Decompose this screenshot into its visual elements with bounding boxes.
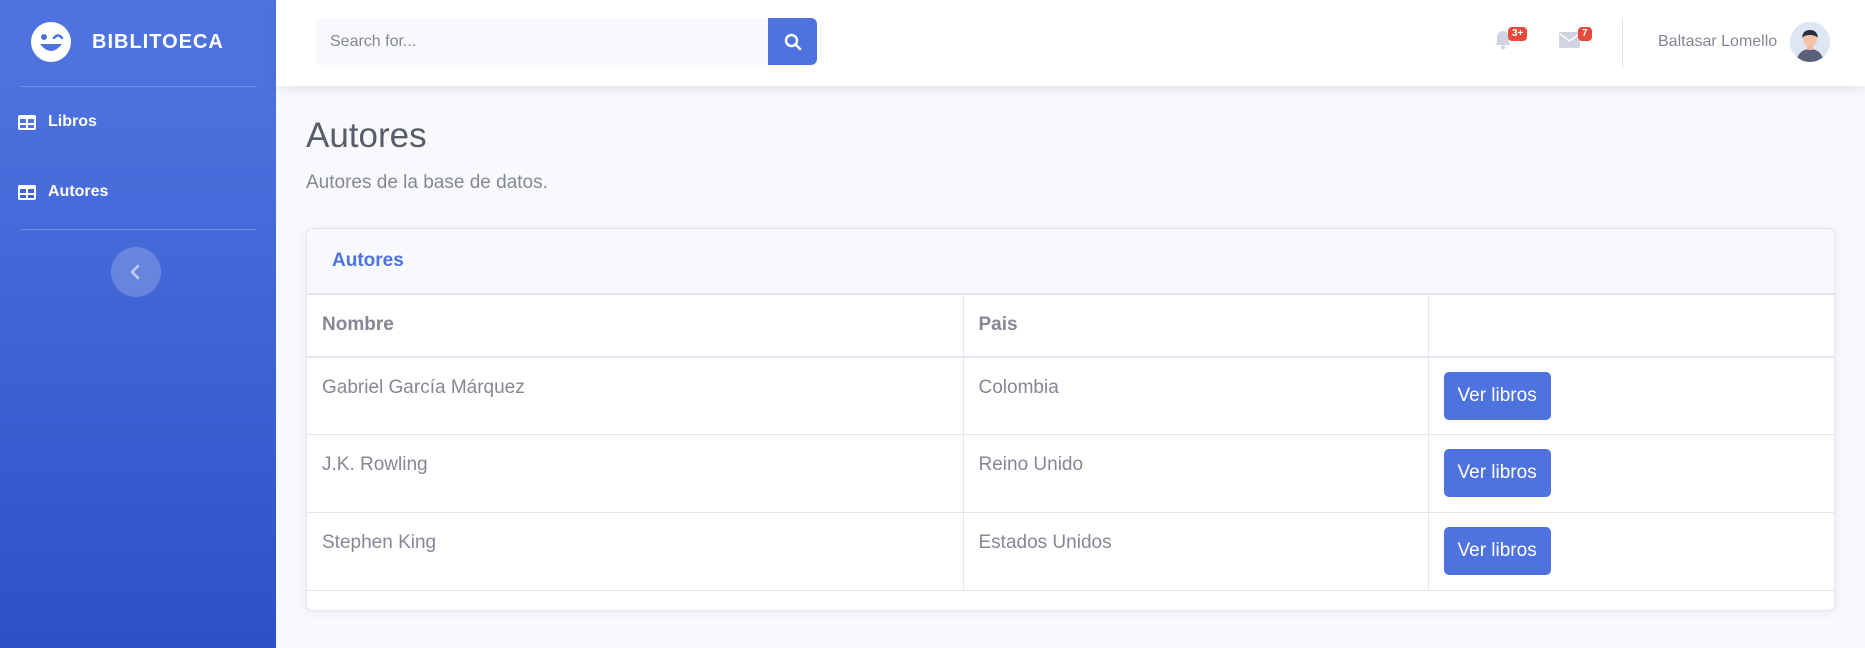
ver-libros-button[interactable]: Ver libros (1443, 449, 1551, 497)
search-icon (784, 33, 801, 50)
topbar-divider (1622, 18, 1623, 68)
table-row: Stephen King Estados Unidos Ver libros (307, 512, 1834, 591)
table-row: J.K. Rowling Reino Unido Ver libros (307, 434, 1834, 513)
authors-table: Nombre Pais Gabriel García Márquez Colom… (307, 294, 1834, 591)
ver-libros-button[interactable]: Ver libros (1443, 527, 1551, 575)
author-country: Colombia (962, 356, 1429, 435)
row-actions: Ver libros (1427, 434, 1834, 513)
user-avatar-icon (1790, 22, 1830, 62)
search-button[interactable] (768, 18, 817, 65)
sidebar-item-libros[interactable]: Libros (0, 87, 276, 157)
row-actions: Ver libros (1427, 356, 1834, 435)
sidebar-toggle-button[interactable] (111, 247, 161, 297)
envelope-icon (1559, 32, 1580, 48)
alerts-dropdown[interactable]: 3+ (1494, 27, 1528, 55)
author-country: Reino Unido (962, 434, 1429, 513)
chevron-left-icon (130, 264, 140, 280)
table-row: Gabriel García Márquez Colombia Ver libr… (307, 356, 1834, 435)
author-country: Estados Unidos (962, 512, 1429, 591)
sidebar-item-autores[interactable]: Autores (0, 157, 276, 227)
column-header-nombre: Nombre (307, 294, 964, 358)
page-title: Autores (306, 116, 427, 155)
column-header-actions (1427, 294, 1834, 358)
search-bar (316, 18, 817, 65)
row-actions: Ver libros (1427, 512, 1834, 591)
page-subtitle: Autores de la base de datos. (306, 172, 548, 193)
sidebar-item-label: Autores (48, 183, 109, 200)
card-header: Autores (307, 229, 1834, 294)
messages-dropdown[interactable]: 7 (1559, 27, 1592, 53)
sidebar: BIBLITOECA Libros Autores (0, 0, 276, 648)
messages-count-badge: 7 (1578, 27, 1592, 41)
card-title: Autores (332, 250, 404, 271)
sidebar-item-label: Libros (48, 113, 97, 130)
sidebar-divider (20, 229, 256, 230)
table-icon (18, 114, 36, 130)
search-input[interactable] (316, 18, 768, 65)
author-name: Gabriel García Márquez (307, 356, 964, 435)
table-header-row: Nombre Pais (307, 294, 1834, 358)
author-name: J.K. Rowling (307, 434, 964, 513)
author-name: Stephen King (307, 512, 964, 591)
authors-card: Autores Nombre Pais Gabriel García Márqu… (306, 228, 1835, 611)
avatar[interactable] (1790, 22, 1830, 62)
ver-libros-button[interactable]: Ver libros (1443, 371, 1551, 420)
topbar: 3+ 7 Baltasar Lomello (276, 0, 1865, 86)
user-name[interactable]: Baltasar Lomello (1658, 33, 1777, 51)
laugh-wink-icon (31, 22, 71, 62)
column-header-pais: Pais (962, 294, 1429, 358)
table-icon (18, 184, 36, 200)
brand-name: BIBLITOECA (92, 30, 224, 53)
alerts-count-badge: 3+ (1508, 27, 1528, 41)
brand[interactable]: BIBLITOECA (0, 0, 276, 84)
